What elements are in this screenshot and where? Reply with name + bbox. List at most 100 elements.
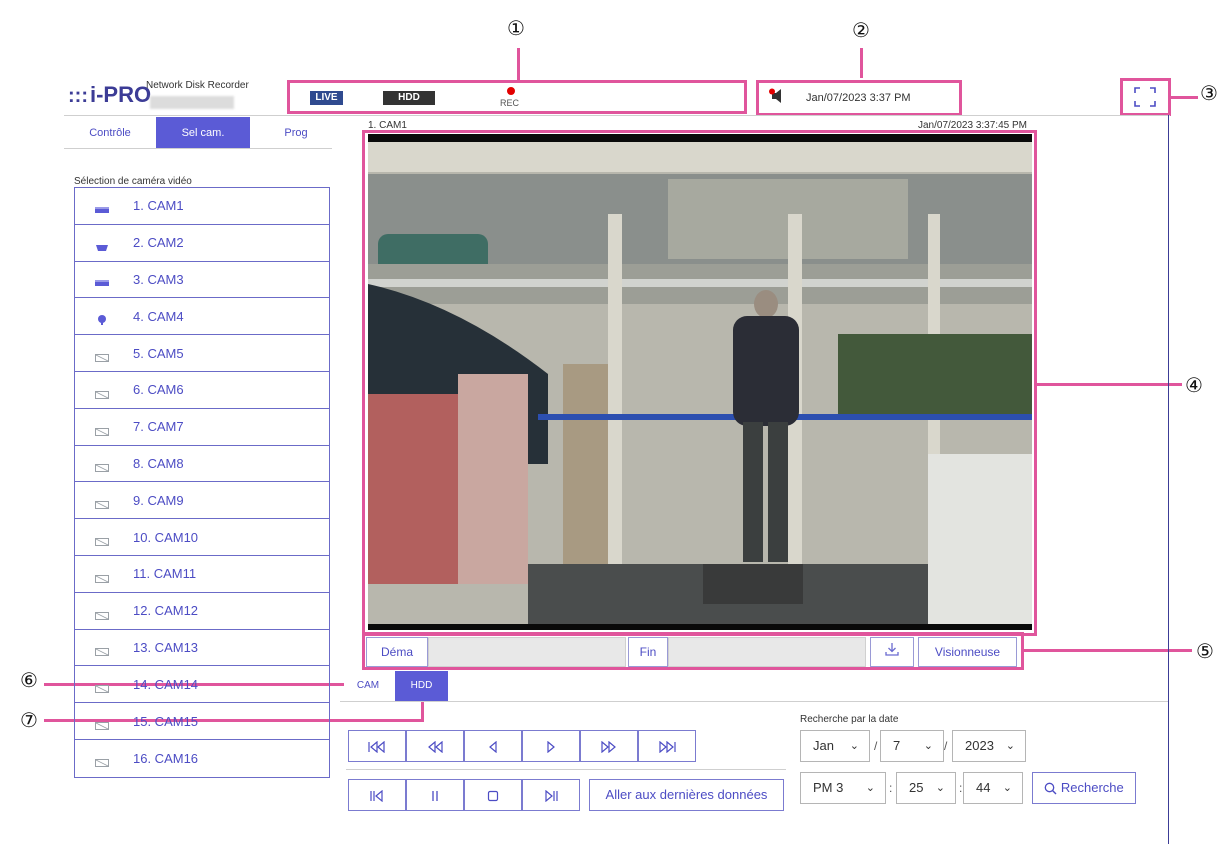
camera-list-item[interactable]: 6. CAM6	[75, 372, 329, 409]
callout-line-3	[1170, 96, 1198, 99]
end-button[interactable]: Fin	[628, 637, 668, 667]
year-select[interactable]: 2023 ⌄	[952, 730, 1026, 762]
camera-list-item[interactable]: 1. CAM1	[75, 188, 329, 225]
search-button[interactable]: Recherche	[1032, 772, 1136, 804]
chevron-down-icon: ⌄	[1002, 782, 1012, 794]
go-to-latest-button[interactable]: Aller aux dernières données	[589, 779, 784, 811]
second-select[interactable]: 44 ⌄	[963, 772, 1023, 804]
hour-select[interactable]: PM 3 ⌄	[800, 772, 886, 804]
time-separator: :	[889, 781, 893, 795]
day-value: 7	[893, 738, 901, 753]
camera-list: 1. CAM1 2. CAM2 3. CAM3 4. CAM4 5. CAM5 6. CA…	[74, 187, 330, 778]
end-time-field[interactable]	[668, 637, 866, 667]
header-datetime: Jan/07/2023 3:37 PM	[806, 92, 911, 104]
logo-dots: :::	[68, 85, 88, 107]
day-select[interactable]: 7 ⌄	[880, 730, 944, 762]
download-button[interactable]	[870, 637, 914, 667]
tab-sel-cam[interactable]: Sel cam.	[156, 117, 250, 149]
skip-to-start-icon	[368, 740, 385, 753]
camera-label: 11. CAM11	[133, 566, 197, 582]
fast-rewind-icon	[428, 740, 443, 753]
tab-prog[interactable]: Prog	[250, 117, 342, 149]
fast-forward-button[interactable]	[580, 730, 638, 762]
camera-list-item[interactable]: 14. CAM14	[75, 666, 329, 704]
callout-line-5	[1022, 649, 1192, 652]
camera-list-item[interactable]: 5. CAM5	[75, 335, 329, 372]
controls-divider	[346, 769, 786, 770]
chevron-down-icon: ⌄	[935, 782, 945, 794]
minute-value: 25	[909, 780, 924, 795]
camera-off-icon	[95, 533, 109, 547]
next-frame-button[interactable]	[522, 779, 580, 811]
camera-list-item[interactable]: 12. CAM12	[75, 593, 329, 630]
box-camera-icon	[95, 275, 109, 287]
callout-2: ②	[852, 18, 870, 42]
month-select[interactable]: Jan ⌄	[800, 730, 870, 762]
camera-label: 4. CAM4	[133, 308, 184, 324]
play-button[interactable]	[522, 730, 580, 762]
minute-select[interactable]: 25 ⌄	[896, 772, 956, 804]
camera-label: 12. CAM12	[133, 603, 199, 619]
fullscreen-icon[interactable]	[1133, 86, 1157, 108]
camera-list-item[interactable]: 10. CAM10	[75, 519, 329, 556]
pause-button[interactable]	[406, 779, 464, 811]
tab-controle[interactable]: Contrôle	[64, 117, 156, 149]
tab-cam[interactable]: CAM	[346, 671, 390, 701]
camera-off-icon	[95, 717, 109, 731]
bullet-camera-icon	[95, 312, 109, 326]
callout-4: ④	[1185, 373, 1203, 397]
second-value: 44	[976, 780, 991, 795]
camera-select-title: Sélection de caméra vidéo	[74, 176, 192, 187]
logo-text: i-PRO	[89, 82, 152, 107]
tab-hdd[interactable]: HDD	[395, 671, 448, 701]
box-camera-icon	[95, 202, 109, 213]
start-button[interactable]: Déma	[366, 637, 428, 667]
hour-value: PM 3	[813, 780, 844, 795]
reverse-play-button[interactable]	[464, 730, 522, 762]
camera-label: 5. CAM5	[133, 345, 184, 361]
camera-list-item[interactable]: 15. CAM15	[75, 703, 329, 740]
camera-label: 7. CAM7	[133, 419, 184, 435]
right-divider	[1168, 115, 1169, 844]
month-value: Jan	[813, 738, 834, 753]
callout-line-4	[1036, 383, 1182, 386]
speaker-muted-icon[interactable]	[768, 88, 788, 104]
camera-list-item[interactable]: 3. CAM3	[75, 262, 329, 299]
video-timestamp: Jan/07/2023 3:37:45 PM	[918, 120, 1027, 131]
skip-to-start-button[interactable]	[348, 730, 406, 762]
camera-off-icon	[95, 754, 109, 768]
device-name-redacted	[150, 96, 234, 109]
camera-list-item[interactable]: 7. CAM7	[75, 409, 329, 446]
camera-off-icon	[95, 496, 109, 510]
camera-list-item[interactable]: 2. CAM2	[75, 225, 329, 262]
camera-list-item[interactable]: 11. CAM11	[75, 556, 329, 593]
year-value: 2023	[965, 738, 994, 753]
camera-list-item[interactable]: 4. CAM4	[75, 298, 329, 336]
camera-list-item[interactable]: 13. CAM13	[75, 630, 329, 667]
camera-list-item[interactable]: 9. CAM9	[75, 482, 329, 520]
camera-label: 13. CAM13	[133, 639, 199, 655]
chevron-down-icon: ⌄	[923, 740, 933, 752]
search-button-label: Recherche	[1060, 780, 1124, 795]
skip-to-end-icon	[659, 740, 676, 753]
start-time-field[interactable]	[428, 637, 626, 667]
camera-list-item[interactable]: 8. CAM8	[75, 446, 329, 483]
callout-line-1	[517, 48, 520, 80]
stop-icon	[487, 790, 499, 801]
previous-frame-button[interactable]	[348, 779, 406, 811]
fast-rewind-button[interactable]	[406, 730, 464, 762]
camera-label: 10. CAM10	[133, 529, 199, 545]
video-view[interactable]	[368, 134, 1032, 630]
viewer-button[interactable]: Visionneuse	[918, 637, 1017, 667]
stop-button[interactable]	[464, 779, 522, 811]
video-camera-label: 1. CAM1	[368, 120, 407, 131]
callout-6: ⑥	[20, 668, 38, 692]
time-separator: :	[959, 781, 963, 795]
camera-label: 1. CAM1	[133, 198, 184, 214]
camera-list-item[interactable]: 16. CAM16	[75, 740, 329, 777]
header-divider	[64, 115, 1170, 116]
reverse-play-icon	[489, 740, 497, 753]
source-tab-divider	[340, 701, 1168, 702]
hdd-badge: HDD	[383, 91, 435, 105]
skip-to-end-button[interactable]	[638, 730, 696, 762]
